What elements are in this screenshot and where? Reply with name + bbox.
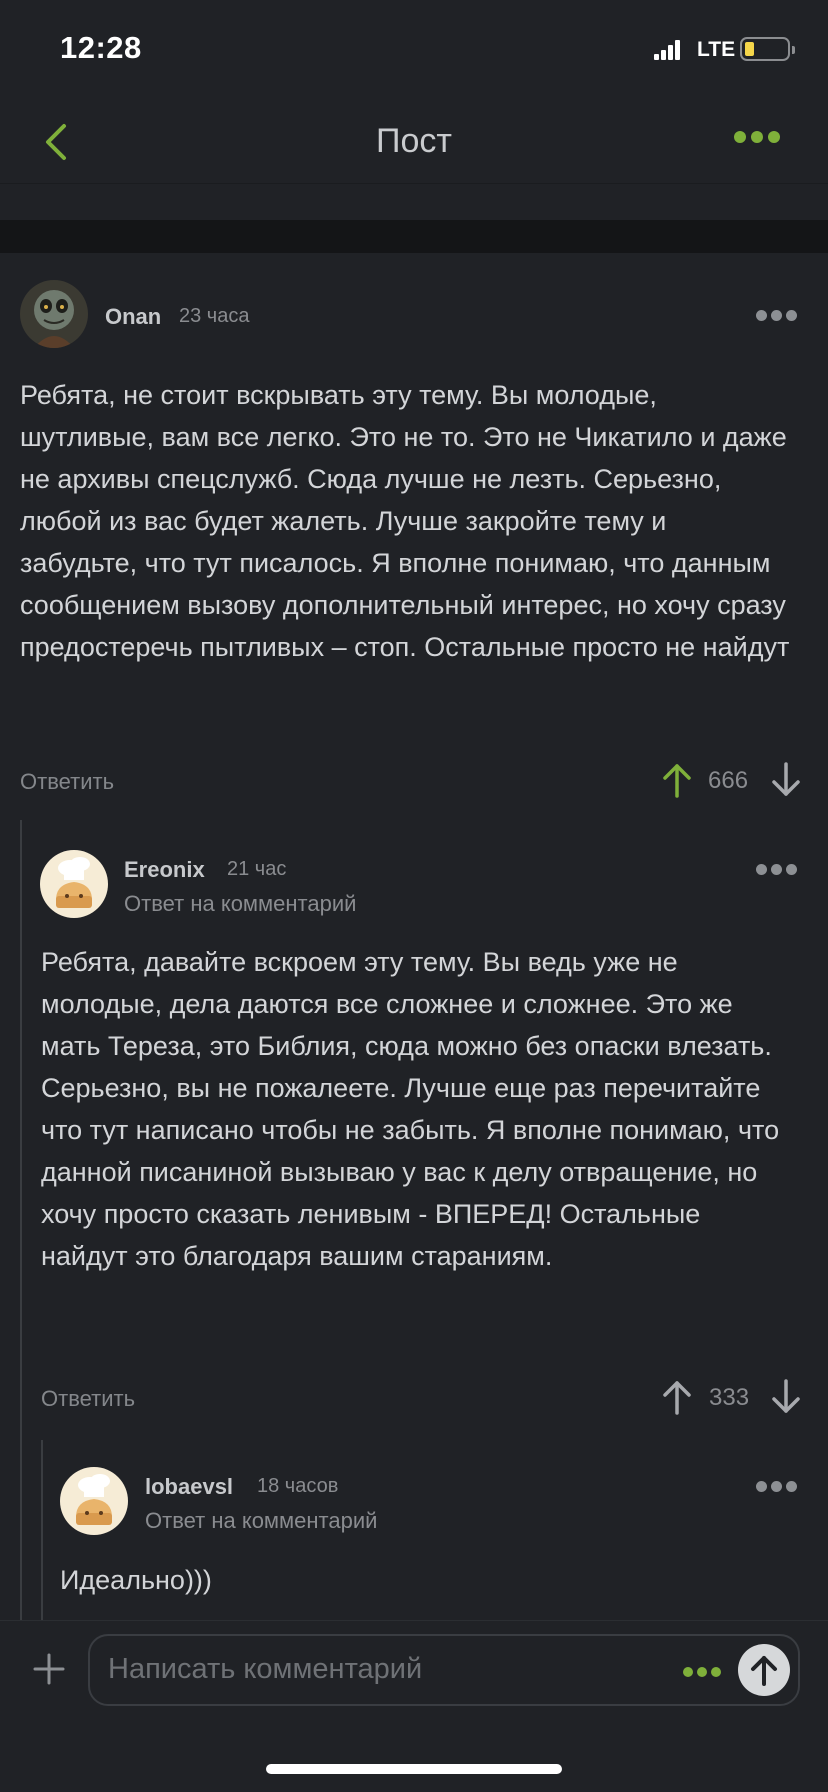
arrow-up-icon[interactable]: [662, 1379, 692, 1415]
comment-username[interactable]: Ereonix: [124, 857, 205, 883]
comment-time: 21 час: [227, 858, 287, 880]
reply-to-link[interactable]: Ответ на комментарий: [124, 891, 356, 917]
arrow-down-icon[interactable]: [771, 1379, 801, 1415]
signal-icon: [654, 40, 680, 60]
ellipsis-icon[interactable]: [683, 1664, 729, 1677]
comment-input-placeholder[interactable]: Написать комментарий: [108, 1653, 422, 1686]
reply-button[interactable]: Ответить: [20, 769, 114, 795]
comment-username[interactable]: Onan: [105, 304, 161, 330]
comment-time: 18 часов: [257, 1475, 339, 1497]
plus-icon[interactable]: [32, 1652, 66, 1686]
arrow-up-icon: [751, 1656, 777, 1686]
page-title: Пост: [376, 122, 452, 160]
nav-bar: Пост: [0, 100, 828, 184]
home-indicator[interactable]: [266, 1764, 562, 1774]
reply-button[interactable]: Ответить: [41, 1386, 135, 1412]
ellipsis-icon[interactable]: [734, 130, 790, 154]
comment-username[interactable]: lobaevsl: [145, 1474, 233, 1500]
arrow-down-icon[interactable]: [771, 762, 801, 798]
comment-text: Ребята, не стоит вскрывать эту тему. Вы …: [20, 380, 790, 662]
avatar[interactable]: [60, 1467, 128, 1535]
comment-text: Ребята, давайте вскроем эту тему. Вы вед…: [41, 947, 780, 1271]
ellipsis-icon[interactable]: [756, 308, 802, 322]
thread-line: [20, 820, 22, 1620]
vote-count: 666: [708, 767, 749, 794]
vote-count: 333: [709, 1384, 750, 1411]
battery-icon: [740, 37, 795, 61]
network-type: LTE: [697, 38, 736, 61]
status-time: 12:28: [60, 30, 142, 65]
section-divider: [0, 220, 828, 253]
ellipsis-icon[interactable]: [756, 1479, 802, 1493]
reply-to-link[interactable]: Ответ на комментарий: [145, 1508, 377, 1534]
arrow-up-icon[interactable]: [662, 762, 692, 798]
status-bar: 12:28 LTE: [0, 0, 828, 100]
thread-line: [41, 1440, 43, 1620]
comment-time: 23 часа: [179, 305, 250, 327]
send-button[interactable]: [738, 1644, 790, 1696]
avatar[interactable]: [20, 280, 88, 348]
ellipsis-icon[interactable]: [756, 862, 802, 876]
comment-text: Идеально))): [60, 1565, 212, 1595]
avatar[interactable]: [40, 850, 108, 918]
